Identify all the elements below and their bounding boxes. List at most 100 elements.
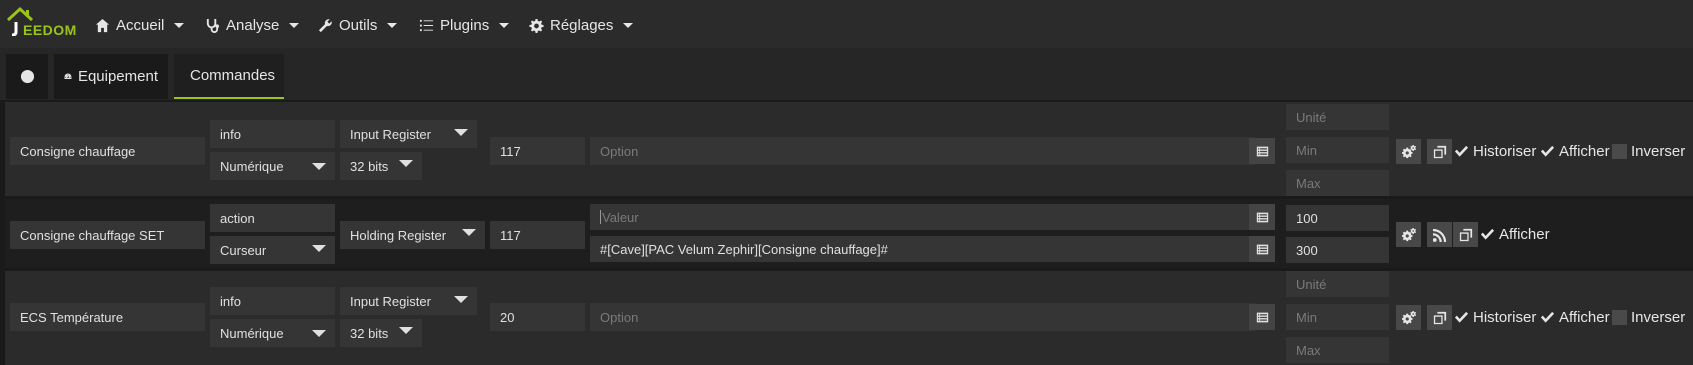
command-subtype-value: Numérique bbox=[220, 158, 284, 174]
command-type-value: action bbox=[220, 210, 255, 226]
command-subtype-value: Numérique bbox=[220, 325, 284, 341]
inverser-label: Inverser bbox=[1631, 142, 1686, 160]
register-type-select[interactable]: Input Register bbox=[340, 120, 477, 148]
configure-button[interactable] bbox=[1396, 139, 1421, 164]
inverser-checkbox[interactable]: Inverser bbox=[1612, 141, 1685, 161]
min-input[interactable]: Min bbox=[1286, 304, 1389, 330]
historiser-checkbox[interactable]: Historiser bbox=[1454, 141, 1536, 161]
back-arrow-icon bbox=[20, 69, 34, 84]
command-name-input[interactable]: ECS Température bbox=[10, 303, 205, 331]
min-placeholder: Min bbox=[1296, 142, 1317, 158]
historiser-checkbox[interactable]: Historiser bbox=[1454, 307, 1536, 327]
command-selector-button[interactable] bbox=[1249, 138, 1275, 164]
command-selector-button[interactable] bbox=[1249, 304, 1275, 330]
duplicate-button[interactable] bbox=[1427, 139, 1452, 164]
chevron-down-icon bbox=[623, 22, 634, 28]
text-cursor bbox=[600, 210, 601, 224]
command-name-value: ECS Température bbox=[20, 309, 124, 325]
register-type-value: Input Register bbox=[350, 293, 431, 309]
tab-commandes-label: Commandes bbox=[190, 67, 276, 84]
configure-button[interactable] bbox=[1396, 222, 1421, 247]
unit-placeholder: Unité bbox=[1296, 109, 1327, 125]
list-alt-icon bbox=[1256, 244, 1268, 254]
inverser-checkbox[interactable]: Inverser bbox=[1612, 307, 1685, 327]
check-icon bbox=[1540, 144, 1555, 159]
test-button[interactable] bbox=[1427, 222, 1452, 247]
duplicate-button[interactable] bbox=[1453, 222, 1478, 247]
register-address-input[interactable]: 117 bbox=[490, 221, 585, 249]
chevron-down-icon bbox=[174, 22, 185, 28]
cogs-icon bbox=[1401, 310, 1416, 324]
tab-equipement[interactable]: Equipement bbox=[54, 54, 168, 99]
command-subtype-select[interactable]: Numérique bbox=[210, 152, 335, 180]
afficher-label: Afficher bbox=[1559, 142, 1610, 160]
value-input[interactable]: Valeur bbox=[590, 204, 1255, 230]
data-format-select[interactable]: 32 bits bbox=[340, 319, 422, 347]
afficher-label: Afficher bbox=[1499, 225, 1550, 243]
register-type-select[interactable]: Input Register bbox=[340, 287, 477, 315]
max-input[interactable]: Max bbox=[1286, 170, 1389, 196]
unit-placeholder: Unité bbox=[1296, 276, 1327, 292]
copy-icon bbox=[1459, 228, 1472, 241]
check-icon bbox=[1454, 144, 1469, 159]
max-input[interactable]: 300 bbox=[1286, 237, 1389, 263]
chevron-down-icon bbox=[454, 129, 468, 136]
chevron-down-icon bbox=[399, 160, 413, 167]
command-selector-button[interactable] bbox=[1249, 236, 1275, 262]
command-type-field[interactable]: info bbox=[210, 287, 335, 315]
jeedom-logo[interactable]: EEDOM bbox=[6, 6, 78, 42]
command-subtype-value: Curseur bbox=[220, 242, 267, 258]
command-row: Consigne chauffage info Numérique Input … bbox=[5, 102, 1693, 196]
option-input[interactable]: Option bbox=[590, 137, 1255, 165]
data-format-select[interactable]: 32 bits bbox=[340, 152, 422, 180]
nav-outils-label: Outils bbox=[339, 16, 378, 34]
max-input[interactable]: Max bbox=[1286, 337, 1389, 363]
chevron-down-icon bbox=[289, 22, 300, 28]
top-navbar: EEDOM Accueil Analyse Outils Plugins Rég… bbox=[0, 0, 1693, 48]
command-subtype-select[interactable]: Curseur bbox=[210, 236, 335, 264]
min-value: 100 bbox=[1296, 210, 1318, 226]
value-command-input[interactable]: #[Cave][PAC Velum Zephir][Consigne chauf… bbox=[590, 236, 1255, 262]
chevron-down-icon bbox=[462, 229, 476, 236]
afficher-checkbox[interactable]: Afficher bbox=[1540, 141, 1610, 161]
command-name-input[interactable]: Consigne chauffage SET bbox=[10, 221, 205, 249]
register-type-value: Input Register bbox=[350, 126, 431, 142]
afficher-checkbox[interactable]: Afficher bbox=[1540, 307, 1610, 327]
max-placeholder: Max bbox=[1296, 342, 1321, 358]
gear-icon bbox=[529, 18, 544, 33]
list-icon bbox=[419, 19, 434, 31]
unit-input[interactable]: Unité bbox=[1286, 104, 1389, 130]
command-subtype-select[interactable]: Numérique bbox=[210, 319, 335, 347]
min-input[interactable]: Min bbox=[1286, 137, 1389, 163]
nav-plugins[interactable]: Plugins bbox=[419, 14, 510, 36]
copy-icon bbox=[1433, 145, 1446, 158]
command-type-field[interactable]: info bbox=[210, 120, 335, 148]
command-row: ECS Température info Numérique Input Reg… bbox=[5, 271, 1693, 365]
command-selector-button[interactable] bbox=[1249, 204, 1275, 230]
chevron-down-icon bbox=[399, 327, 413, 334]
nav-accueil[interactable]: Accueil bbox=[95, 14, 185, 36]
option-input[interactable]: Option bbox=[590, 303, 1255, 331]
logo-text: EEDOM bbox=[23, 22, 77, 38]
nav-reglages[interactable]: Réglages bbox=[529, 14, 634, 36]
unit-input[interactable]: Unité bbox=[1286, 271, 1389, 297]
cogs-icon bbox=[1401, 144, 1416, 158]
register-address-input[interactable]: 20 bbox=[490, 303, 585, 331]
afficher-checkbox[interactable]: Afficher bbox=[1480, 224, 1550, 244]
value-command-text: #[Cave][PAC Velum Zephir][Consigne chauf… bbox=[600, 241, 888, 257]
nav-analyse[interactable]: Analyse bbox=[205, 14, 300, 36]
max-value: 300 bbox=[1296, 242, 1318, 258]
command-type-field[interactable]: action bbox=[210, 204, 335, 232]
duplicate-button[interactable] bbox=[1427, 305, 1452, 330]
chevron-down-icon bbox=[454, 296, 468, 303]
register-address-input[interactable]: 117 bbox=[490, 137, 585, 165]
tab-back[interactable] bbox=[6, 54, 48, 99]
min-input[interactable]: 100 bbox=[1286, 205, 1389, 231]
register-type-select[interactable]: Holding Register bbox=[340, 221, 485, 249]
command-name-input[interactable]: Consigne chauffage bbox=[10, 137, 205, 165]
register-type-value: Holding Register bbox=[350, 227, 447, 243]
tab-commandes[interactable]: Commandes bbox=[174, 54, 284, 99]
nav-reglages-label: Réglages bbox=[550, 16, 614, 34]
nav-outils[interactable]: Outils bbox=[318, 14, 398, 36]
configure-button[interactable] bbox=[1396, 305, 1421, 330]
